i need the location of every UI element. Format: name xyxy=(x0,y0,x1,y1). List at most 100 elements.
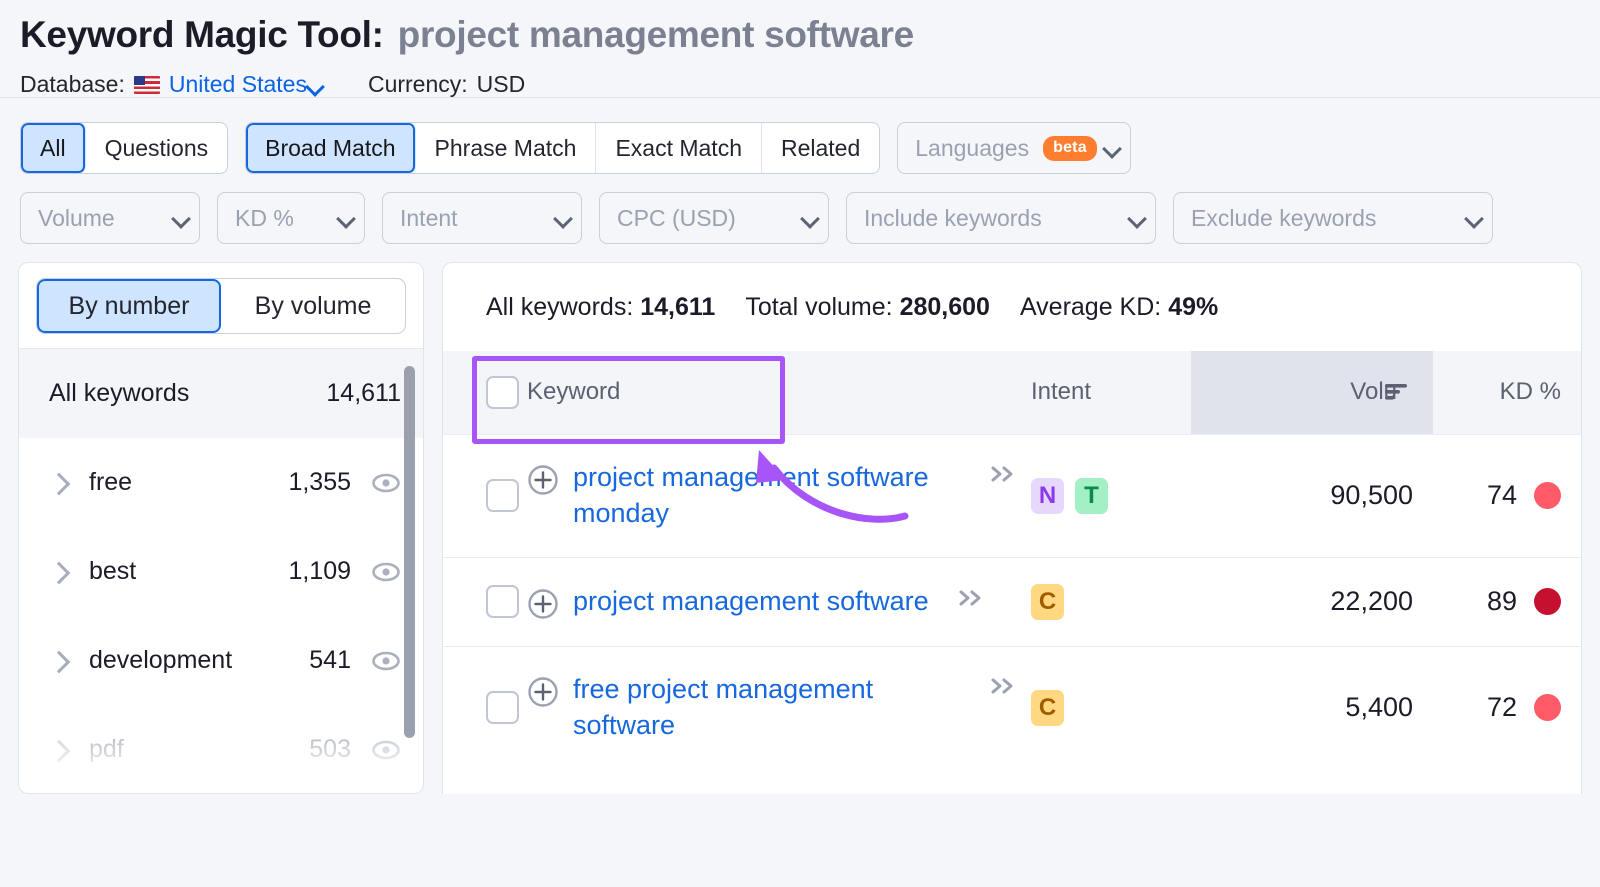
include-keywords-filter[interactable]: Include keywords xyxy=(846,192,1156,244)
table-row[interactable]: project management software C 22,200 xyxy=(443,557,1581,646)
sidebar-item-free[interactable]: free 1,355 xyxy=(19,438,423,527)
kd-difficulty-dot xyxy=(1534,482,1561,509)
double-chevron-right-icon[interactable] xyxy=(955,586,989,615)
intent-filter-label: Intent xyxy=(400,205,458,232)
all-keywords-value: 14,611 xyxy=(640,293,715,321)
kd-column-header[interactable]: KD % xyxy=(1433,351,1581,434)
sidebar-item-best[interactable]: best 1,109 xyxy=(19,527,423,616)
us-flag-icon xyxy=(134,76,160,94)
volume-filter[interactable]: Volume xyxy=(20,192,200,244)
add-keyword-icon[interactable] xyxy=(527,464,559,496)
double-chevron-right-icon[interactable] xyxy=(987,462,1021,491)
intent-cell: C xyxy=(1031,557,1191,646)
toggle-by-volume[interactable]: By volume xyxy=(221,279,405,333)
page-header: Keyword Magic Tool: project management s… xyxy=(0,0,1600,98)
row-checkbox[interactable] xyxy=(486,585,519,618)
intent-filter[interactable]: Intent xyxy=(382,192,582,244)
sidebar-item-label: pdf xyxy=(89,735,309,764)
kd-cell: 74 xyxy=(1433,434,1581,557)
filter-all[interactable]: All xyxy=(21,123,86,173)
intent-badge-commercial[interactable]: C xyxy=(1031,584,1064,620)
row-select-cell xyxy=(443,434,527,557)
double-chevron-right-icon[interactable] xyxy=(987,674,1021,703)
row-checkbox[interactable] xyxy=(486,479,519,512)
database-label: Database: xyxy=(20,71,125,98)
average-kd-value: 49% xyxy=(1168,293,1218,321)
kd-filter-label: KD % xyxy=(235,205,294,232)
sidebar-item-count: 1,109 xyxy=(288,557,351,586)
sidebar-item-count: 503 xyxy=(309,735,351,764)
include-keywords-label: Include keywords xyxy=(864,205,1042,232)
eye-icon[interactable] xyxy=(371,472,401,494)
cpc-filter[interactable]: CPC (USD) xyxy=(599,192,829,244)
kd-cell: 89 xyxy=(1433,557,1581,646)
keyword-link[interactable]: project management software monday xyxy=(573,460,961,532)
exclude-keywords-label: Exclude keywords xyxy=(1191,205,1376,232)
volume-column-header[interactable]: Volu xyxy=(1191,351,1433,434)
eye-icon[interactable] xyxy=(371,650,401,672)
sidebar-item-development[interactable]: development 541 xyxy=(19,616,423,705)
database-selector[interactable]: Database: United States xyxy=(20,71,316,98)
sidebar-all-keywords-label: All keywords xyxy=(49,379,326,408)
tool-name: Keyword Magic Tool: xyxy=(20,14,384,56)
intent-badge-navigational[interactable]: N xyxy=(1031,478,1064,514)
sidebar-scrollbar[interactable] xyxy=(404,366,415,789)
keyword-cell: project management software monday xyxy=(527,434,1031,557)
keyword-link[interactable]: free project management software xyxy=(573,672,961,744)
languages-dropdown[interactable]: Languages beta xyxy=(897,122,1131,174)
keyword-groups-sidebar: By number By volume All keywords 14,611 … xyxy=(18,262,424,794)
row-select-cell xyxy=(443,557,527,646)
kd-value: 72 xyxy=(1487,692,1517,723)
page-title: Keyword Magic Tool: project management s… xyxy=(20,14,1580,56)
total-volume-metric: Total volume: 280,600 xyxy=(745,293,990,322)
currency-display: Currency: USD xyxy=(368,71,525,98)
kd-filter[interactable]: KD % xyxy=(217,192,365,244)
intent-column-header[interactable]: Intent xyxy=(1031,351,1191,434)
sidebar-item-label: development xyxy=(89,646,309,675)
add-keyword-icon[interactable] xyxy=(527,676,559,708)
cpc-filter-label: CPC (USD) xyxy=(617,205,736,232)
sidebar-item-label: best xyxy=(89,557,288,586)
table-row[interactable]: project management software monday N T 9… xyxy=(443,434,1581,557)
toggle-by-number[interactable]: By number xyxy=(37,279,221,333)
all-keywords-metric: All keywords: 14,611 xyxy=(486,293,715,322)
filter-questions[interactable]: Questions xyxy=(86,123,228,173)
sidebar-item-count: 1,355 xyxy=(288,468,351,497)
languages-label: Languages xyxy=(915,135,1029,162)
table-body: project management software monday N T 9… xyxy=(443,434,1581,769)
eye-icon[interactable] xyxy=(371,739,401,761)
select-all-header xyxy=(443,351,527,434)
filters-bar: All Questions Broad Match Phrase Match E… xyxy=(0,98,1600,262)
database-value[interactable]: United States xyxy=(169,71,307,98)
intent-cell: N T xyxy=(1031,434,1191,557)
select-all-checkbox[interactable] xyxy=(486,376,519,409)
sidebar-all-keywords-count: 14,611 xyxy=(326,379,401,408)
exclude-keywords-filter[interactable]: Exclude keywords xyxy=(1173,192,1493,244)
sidebar-item-count: 541 xyxy=(309,646,351,675)
sidebar-item-all-keywords[interactable]: All keywords 14,611 xyxy=(19,349,423,438)
eye-icon[interactable] xyxy=(371,561,401,583)
sidebar-item-pdf[interactable]: pdf 503 xyxy=(19,705,423,794)
filter-phrase-match[interactable]: Phrase Match xyxy=(416,123,597,173)
keyword-link[interactable]: project management software xyxy=(573,584,929,620)
filter-broad-match[interactable]: Broad Match xyxy=(246,123,415,173)
add-keyword-icon[interactable] xyxy=(527,588,559,620)
summary-bar: All keywords: 14,611 Total volume: 280,6… xyxy=(443,263,1581,351)
sort-descending-icon[interactable] xyxy=(1383,380,1413,408)
filter-exact-match[interactable]: Exact Match xyxy=(596,123,762,173)
intent-badge-transactional[interactable]: T xyxy=(1075,478,1108,514)
table-header: Keyword Intent Volu xyxy=(443,351,1581,434)
kd-value: 89 xyxy=(1487,586,1517,617)
keyword-column-header[interactable]: Keyword xyxy=(527,351,1031,434)
table-row[interactable]: free project management software C 5,400 xyxy=(443,646,1581,769)
seed-keyword: project management software xyxy=(398,14,914,56)
scrollbar-thumb[interactable] xyxy=(404,366,415,738)
row-checkbox[interactable] xyxy=(486,691,519,724)
kd-value: 74 xyxy=(1487,480,1517,511)
sidebar-item-label: free xyxy=(89,468,288,497)
volume-cell: 22,200 xyxy=(1191,557,1433,646)
keyword-type-segmented: All Questions xyxy=(20,122,228,174)
currency-value: USD xyxy=(477,71,526,98)
filter-related[interactable]: Related xyxy=(762,123,879,173)
intent-badge-commercial[interactable]: C xyxy=(1031,690,1064,726)
